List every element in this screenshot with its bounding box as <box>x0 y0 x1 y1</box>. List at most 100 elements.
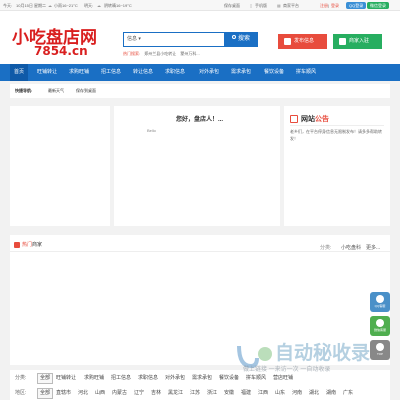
notice-title: 网站公告 <box>301 116 329 123</box>
search-input[interactable] <box>146 34 226 45</box>
filter-option[interactable]: 全部 <box>37 373 54 384</box>
notice-icon <box>290 115 298 123</box>
weather-today: 小雨16~21°C <box>54 3 78 8</box>
welcome-subtitle: Bello <box>147 128 156 133</box>
filter-option[interactable]: 餐饮设备 <box>219 371 239 385</box>
hot-search-label: 热门搜索: <box>123 51 141 56</box>
welcome-title: 您好，盘店人！... <box>176 117 224 123</box>
filter-option[interactable]: 拼车顺风 <box>246 371 266 385</box>
notice-text: 老乡们，在平台停身信息无限制发布！请多多帮助转发！ <box>290 129 382 141</box>
page: 今天: 10月15日 星期二 ☁ 小雨16~21°C 明天: ☁ 阴转晴16~1… <box>0 0 400 400</box>
merchant-link[interactable]: 商家平台 <box>283 0 299 11</box>
shops-more-link[interactable]: 更多... <box>366 244 380 251</box>
nav-buy-shop[interactable]: 求购旺铺 <box>69 64 89 81</box>
filter-option[interactable]: 河南 <box>292 386 302 400</box>
filter-option[interactable]: 全部 <box>37 388 54 399</box>
filter-option[interactable]: 招工信息 <box>111 371 131 385</box>
shop-icon <box>14 242 20 248</box>
popular-shops-panel: 热门商家 分类: 小吃盘科 更多... <box>10 235 390 365</box>
wechat-login-button[interactable]: 微信登录 <box>367 2 389 9</box>
divider: | <box>328 3 330 8</box>
notice-header: 网站公告 <box>290 114 384 126</box>
tomorrow-label: 明天: <box>84 3 94 8</box>
search-bar: 信息 ▾ 搜索 <box>123 32 258 47</box>
shops-category-item[interactable]: 小吃盘科 <box>341 244 361 251</box>
filter-row-category: 分类: 全部 旺铺转让 求购旺铺 招工信息 求职信息 对外承包 需求承包 餐饮设… <box>10 371 390 385</box>
filter-option[interactable]: 江苏 <box>190 386 200 400</box>
popular-shops-header: 热门商家 <box>10 240 390 252</box>
edit-icon <box>284 38 291 45</box>
qq-service-button[interactable]: QQ客服 <box>370 292 390 312</box>
weather-tomorrow: 阴转晴16~19°C <box>104 3 132 8</box>
nav-equipment[interactable]: 餐饮设备 <box>264 64 284 81</box>
filter-option[interactable]: 黑龙江 <box>168 386 183 400</box>
wechat-icon <box>376 319 384 327</box>
cloud-icon: ☁ <box>48 3 52 8</box>
date-text: 10月15日 星期二 <box>16 3 47 8</box>
nav-carpool[interactable]: 拼车顺风 <box>296 64 316 81</box>
filter-option[interactable]: 山东 <box>275 386 285 400</box>
hot-keyword[interactable]: 蒙州万科... <box>180 51 199 56</box>
nav-job-seeking[interactable]: 求职信息 <box>165 64 185 81</box>
mobile-link[interactable]: 手机版 <box>255 0 267 11</box>
save-desktop-link[interactable]: 保存桌面 <box>224 0 240 11</box>
search-button[interactable]: 搜索 <box>224 32 258 47</box>
filter-option[interactable]: 对外承包 <box>165 371 185 385</box>
filter-label: 地区: <box>15 390 27 396</box>
wechat-service-button[interactable]: 微信客服 <box>370 316 390 336</box>
hot-keyword[interactable]: 郑州兰县小吃转让 <box>144 51 176 56</box>
main-nav: 首页 旺铺转让 求购旺铺 招工信息 转让信息 求职信息 对外承包 需求承包 餐饮… <box>0 64 400 81</box>
filter-option[interactable]: 广东 <box>343 386 353 400</box>
filter-option[interactable]: 福建 <box>241 386 251 400</box>
filter-option[interactable]: 湖北 <box>309 386 319 400</box>
search-type-select[interactable]: 信息 ▾ <box>127 33 141 46</box>
nav-contract-demand[interactable]: 需求承包 <box>231 64 251 81</box>
nav-transfer-info[interactable]: 转让信息 <box>133 64 153 81</box>
filter-option[interactable]: 河北 <box>78 386 88 400</box>
publish-button[interactable]: 发布信息 <box>278 34 327 49</box>
filter-option[interactable]: 吉林 <box>151 386 161 400</box>
today-label: 今天: <box>3 3 13 8</box>
nav-shop-transfer[interactable]: 旺铺转让 <box>37 64 57 81</box>
shops-category-label: 分类: <box>320 245 332 251</box>
store-icon: ▦ <box>277 3 281 8</box>
filter-option[interactable]: 直辖市 <box>56 386 71 400</box>
back-to-top-button[interactable]: TOP <box>370 340 390 360</box>
filter-option[interactable]: 营店旺铺 <box>273 371 293 385</box>
filter-option[interactable]: 浙江 <box>207 386 217 400</box>
arrow-up-icon <box>376 343 384 351</box>
quick-nav-label: 快捷导航: <box>15 88 33 93</box>
filter-option[interactable]: 山西 <box>95 386 105 400</box>
header: 小吃盘店网 7854.cn 信息 ▾ 搜索 热门搜索: 郑州兰县小吃转让 蒙州万… <box>0 11 400 64</box>
qq-icon <box>376 295 384 303</box>
filter-option[interactable]: 湖南 <box>326 386 336 400</box>
welcome-panel: 您好，盘店人！... Bello <box>114 106 280 226</box>
category-filter: 分类: 全部 旺铺转让 求购旺铺 招工信息 求职信息 对外承包 需求承包 餐饮设… <box>10 370 390 400</box>
phone-icon: ▯ <box>250 3 253 8</box>
filter-option[interactable]: 求职信息 <box>138 371 158 385</box>
quick-nav: 快捷导航: 最新天气 保存到桌面 <box>10 84 390 98</box>
filter-row-region: 地区: 全部 直辖市 河北 山西 内蒙古 辽宁 吉林 黑龙江 江苏 浙江 安徽 … <box>10 386 390 400</box>
filter-option[interactable]: 安徽 <box>224 386 234 400</box>
merchant-join-button[interactable]: 商家入驻 <box>333 34 382 49</box>
register-link[interactable]: 注册 <box>320 0 328 11</box>
site-logo-domain[interactable]: 7854.cn <box>34 44 88 58</box>
nav-home[interactable]: 首页 <box>10 64 29 81</box>
filter-option[interactable]: 江西 <box>258 386 268 400</box>
quick-nav-save[interactable]: 保存到桌面 <box>76 84 96 98</box>
qq-login-button[interactable]: QQ登录 <box>346 2 367 9</box>
filter-option[interactable]: 求购旺铺 <box>84 371 104 385</box>
filter-option[interactable]: 内蒙古 <box>112 386 127 400</box>
filter-option[interactable]: 辽宁 <box>134 386 144 400</box>
user-icon <box>339 38 346 45</box>
nav-recruit[interactable]: 招工信息 <box>101 64 121 81</box>
hot-search-row: 热门搜索: 郑州兰县小吃转让 蒙州万科... <box>123 51 203 57</box>
quick-nav-weather[interactable]: 最新天气 <box>48 84 64 98</box>
nav-outsourcing[interactable]: 对外承包 <box>199 64 219 81</box>
search-icon <box>231 35 236 40</box>
filter-option[interactable]: 需求承包 <box>192 371 212 385</box>
filter-option[interactable]: 旺铺转让 <box>56 371 76 385</box>
popular-shops-title: 热门商家 <box>22 242 43 248</box>
cloud-icon: ☁ <box>97 3 101 8</box>
login-link[interactable]: 登录 <box>331 0 339 11</box>
